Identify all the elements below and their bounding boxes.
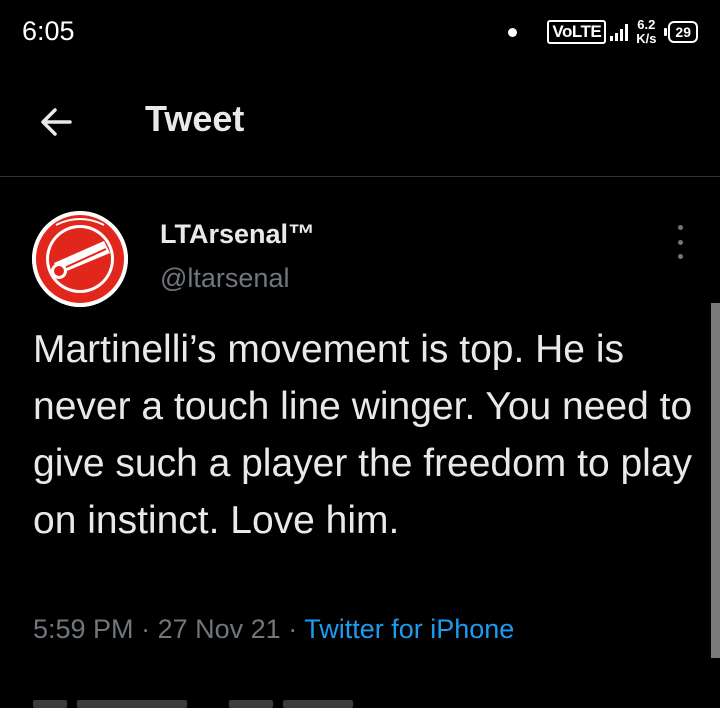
battery-icon: 29 xyxy=(664,21,698,43)
scrollbar[interactable] xyxy=(711,303,720,658)
display-name[interactable]: LTArsenal™ xyxy=(160,219,315,250)
page-title: Tweet xyxy=(145,98,245,139)
status-time: 6:05 xyxy=(22,16,75,46)
status-icons: VoLTE 6.2 K/s 29 xyxy=(508,14,698,50)
avatar[interactable] xyxy=(32,211,128,307)
volte-badge: VoLTE xyxy=(547,20,607,44)
user-handle[interactable]: @ltarsenal xyxy=(160,263,289,294)
ltarsenal-logo-icon xyxy=(32,211,128,307)
notification-dot-icon xyxy=(508,27,518,37)
back-arrow-icon[interactable] xyxy=(36,102,76,142)
network-speed-unit: K/s xyxy=(636,31,657,46)
meta-separator: · xyxy=(288,614,298,644)
tweet-detail: LTArsenal™ @ltarsenal Martinelli’s movem… xyxy=(0,177,720,708)
engagement-stats-row xyxy=(33,700,363,708)
tweet-meta: 5:59 PM · 27 Nov 21 · Twitter for iPhone xyxy=(33,614,514,645)
status-bar: 6:05 VoLTE 6.2 K/s 29 xyxy=(0,0,720,64)
more-options-icon[interactable] xyxy=(672,225,688,259)
tweet-source-link[interactable]: Twitter for iPhone xyxy=(304,614,514,644)
tweet-date[interactable]: 27 Nov 21 xyxy=(158,614,281,644)
meta-separator: · xyxy=(141,614,151,644)
battery-level: 29 xyxy=(668,21,698,43)
signal-strength-icon xyxy=(610,23,629,41)
tweet-time[interactable]: 5:59 PM xyxy=(33,614,134,644)
app-header: Tweet xyxy=(0,64,720,177)
network-speed: 6.2 K/s xyxy=(636,18,656,46)
network-speed-value: 6.2 xyxy=(637,17,656,32)
tweet-text: Martinelli’s movement is top. He is neve… xyxy=(33,328,693,542)
